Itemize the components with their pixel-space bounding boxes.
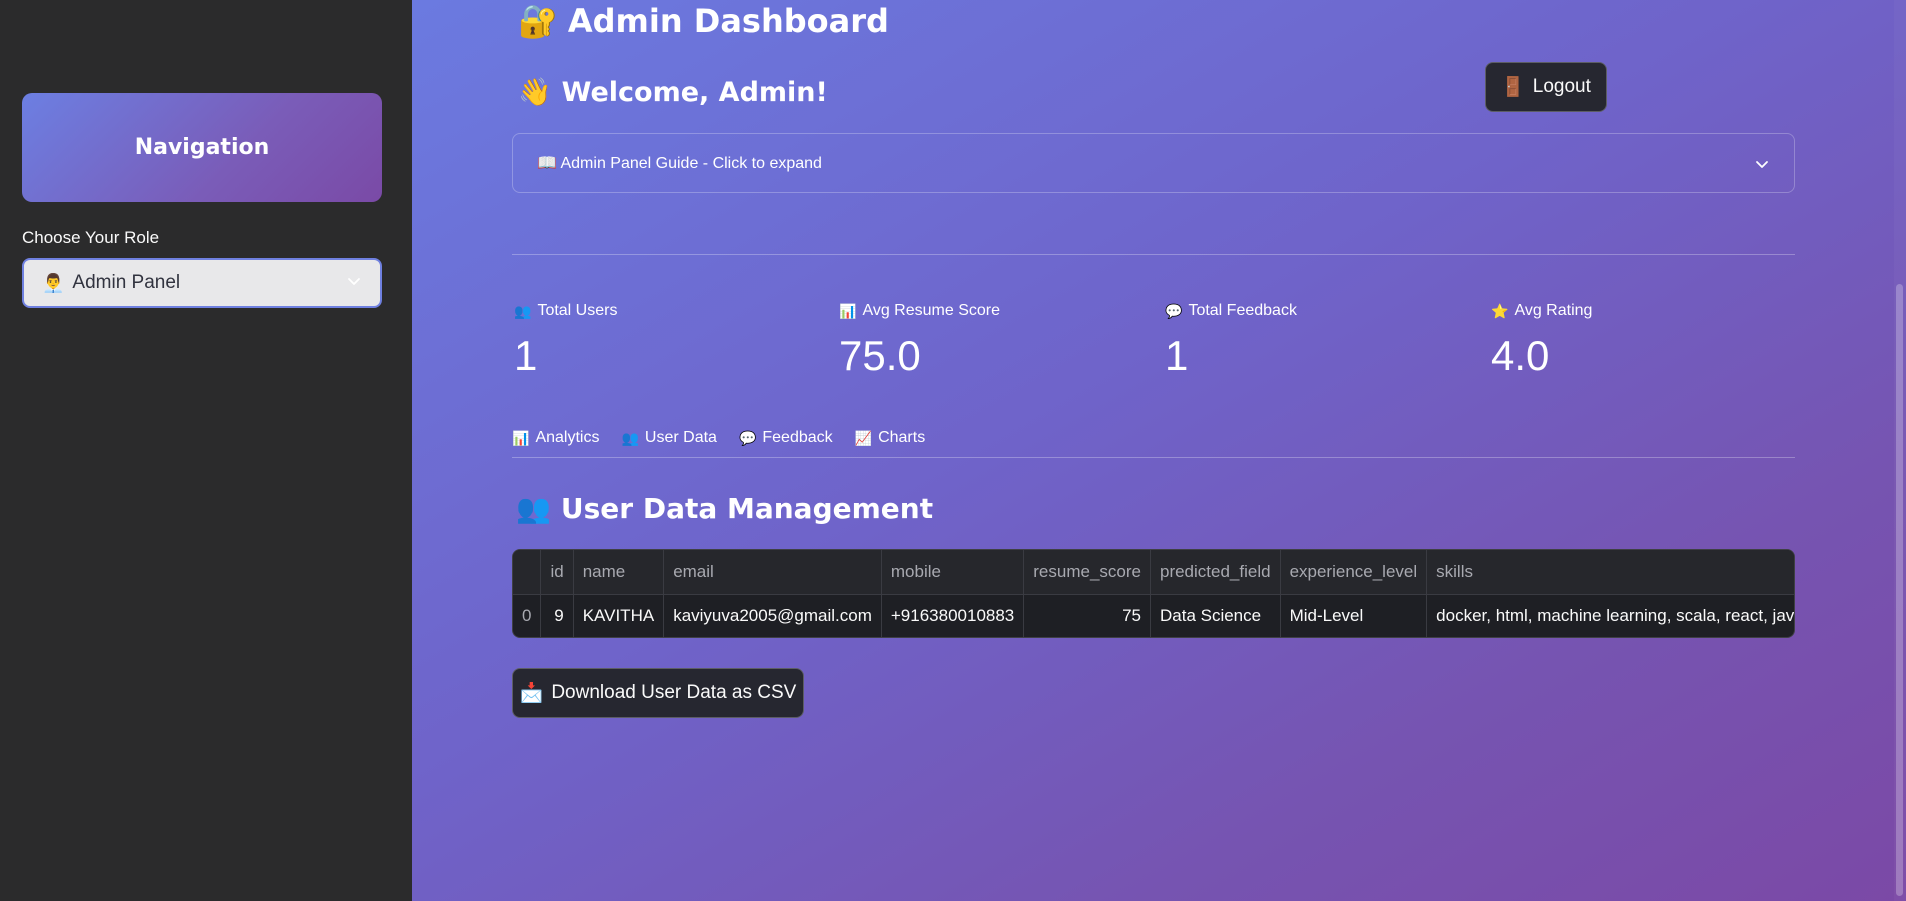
- metric-label: Total Feedback: [1188, 302, 1297, 319]
- speech-bubble-icon: 💬: [1165, 302, 1183, 319]
- column-header[interactable]: resume_score: [1023, 550, 1151, 595]
- speech-bubble-icon: 💬: [738, 429, 757, 446]
- admin-person-icon: 👨‍💼: [42, 272, 65, 293]
- column-header[interactable]: mobile: [881, 550, 1025, 595]
- tab-label: Feedback: [762, 429, 833, 446]
- welcome-text: Welcome, Admin!: [561, 76, 828, 108]
- scrollbar[interactable]: [1894, 0, 1906, 901]
- tab-label: User Data: [644, 429, 717, 446]
- column-header[interactable]: id: [540, 550, 574, 595]
- column-header[interactable]: skills: [1426, 550, 1794, 595]
- tab-label: Analytics: [535, 429, 600, 446]
- tab-analytics[interactable]: 📊 Analytics: [512, 429, 599, 447]
- column-header[interactable]: name: [573, 550, 665, 595]
- metric-avg-rating: ⭐ Avg Rating 4.0: [1491, 298, 1791, 380]
- table-cell[interactable]: Mid-Level: [1280, 594, 1428, 637]
- users-icon: 👥: [514, 302, 532, 319]
- navigation-title: Navigation: [134, 135, 270, 160]
- table-cell[interactable]: docker, html, machine learning, scala, r…: [1426, 594, 1794, 637]
- metric-value: 1: [514, 332, 538, 379]
- metric-value: 4.0: [1491, 332, 1550, 379]
- tab-charts[interactable]: 📈 Charts: [855, 429, 926, 447]
- page-title-text: Admin Dashboard: [567, 2, 889, 40]
- metric-label: Total Users: [537, 302, 618, 319]
- users-icon: 👥: [621, 429, 639, 446]
- lock-icon: 🔐: [518, 2, 558, 40]
- door-icon: 🚪: [1501, 77, 1525, 98]
- admin-guide-expander[interactable]: 📖 Admin Panel Guide - Click to expand: [512, 133, 1795, 193]
- section-title-text: User Data Management: [560, 492, 934, 525]
- metric-label: Avg Resume Score: [862, 302, 1000, 319]
- star-icon: ⭐: [1491, 302, 1509, 319]
- table-cell[interactable]: KAVITHA: [573, 594, 665, 637]
- chevron-down-icon: [1756, 161, 1768, 168]
- page-title: 🔐 Admin Dashboard: [518, 0, 889, 42]
- table-header-row: id name email mobile resume_score predic…: [513, 550, 1794, 595]
- column-header[interactable]: predicted_field: [1150, 550, 1281, 595]
- scrollbar-thumb[interactable]: [1896, 284, 1903, 896]
- table-cell[interactable]: 9: [540, 594, 574, 637]
- metric-total-users: 👥 Total Users 1: [514, 298, 814, 380]
- role-select-value: Admin Panel: [72, 272, 181, 293]
- table-cell[interactable]: kaviyuva2005@gmail.com: [663, 594, 882, 637]
- tab-user-data[interactable]: 👥 User Data: [621, 429, 716, 447]
- tab-bar: 📊 Analytics 👥 User Data 💬 Feedback 📈 Cha…: [512, 418, 925, 458]
- line-chart-icon: 📈: [854, 429, 873, 446]
- metric-value: 75.0: [839, 332, 921, 379]
- download-csv-button[interactable]: 📩 Download User Data as CSV: [512, 668, 804, 718]
- tab-divider: [512, 457, 1795, 458]
- welcome-heading: 👋 Welcome, Admin!: [518, 76, 828, 109]
- user-data-table[interactable]: id name email mobile resume_score predic…: [512, 549, 1795, 638]
- column-header[interactable]: [513, 550, 542, 595]
- table-cell[interactable]: 0: [513, 594, 542, 637]
- bar-chart-icon: 📊: [839, 302, 857, 319]
- navigation-header: Navigation: [22, 93, 382, 202]
- main-content: 🔐 Admin Dashboard 👋 Welcome, Admin! 🚪 Lo…: [412, 0, 1906, 901]
- sidebar: Navigation Choose Your Role 👨‍💼 Admin Pa…: [0, 0, 412, 901]
- inbox-icon: 📩: [519, 683, 544, 704]
- section-title: 👥 User Data Management: [516, 492, 933, 525]
- metric-total-feedback: 💬 Total Feedback 1: [1165, 298, 1465, 380]
- users-icon: 👥: [516, 492, 551, 525]
- column-header[interactable]: email: [663, 550, 882, 595]
- logout-label: Logout: [1532, 76, 1591, 97]
- wave-icon: 👋: [518, 77, 552, 108]
- role-label: Choose Your Role: [22, 228, 160, 247]
- table-cell[interactable]: +916380010883: [881, 594, 1025, 637]
- column-header[interactable]: experience_level: [1280, 550, 1428, 595]
- bar-chart-icon: 📊: [512, 429, 530, 446]
- metric-avg-resume-score: 📊 Avg Resume Score 75.0: [839, 298, 1139, 380]
- metric-label: Avg Rating: [1514, 302, 1593, 319]
- download-csv-label: Download User Data as CSV: [551, 682, 797, 703]
- table-cell[interactable]: 75: [1023, 594, 1151, 637]
- tab-label: Charts: [878, 429, 926, 446]
- logout-button[interactable]: 🚪 Logout: [1485, 62, 1607, 112]
- admin-guide-label: 📖 Admin Panel Guide - Click to expand: [537, 155, 822, 172]
- role-select[interactable]: 👨‍💼 Admin Panel: [22, 258, 382, 308]
- chevron-down-icon: [348, 278, 360, 285]
- table-row[interactable]: 0 9 KAVITHA kaviyuva2005@gmail.com +9163…: [513, 594, 1794, 637]
- table-cell[interactable]: Data Science: [1150, 594, 1281, 637]
- metric-value: 1: [1165, 332, 1189, 379]
- divider: [512, 254, 1795, 255]
- tab-feedback[interactable]: 💬 Feedback: [739, 429, 833, 447]
